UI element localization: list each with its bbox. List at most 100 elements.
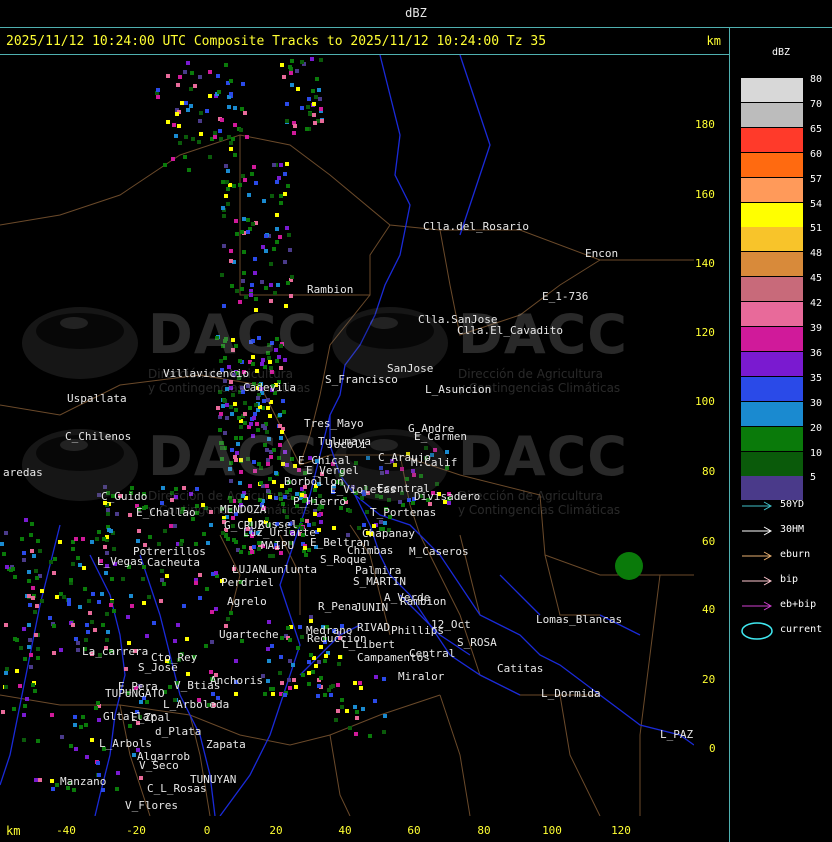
echo-pixel [307, 97, 311, 101]
echo-pixel [353, 681, 357, 685]
echo-pixel [162, 582, 166, 586]
echo-pixel [90, 540, 94, 544]
echo-pixel [290, 275, 294, 279]
legend-level-label: 5 [810, 472, 817, 484]
echo-pixel [337, 662, 341, 666]
echo-pixel [383, 714, 387, 718]
echo-pixel [283, 192, 287, 196]
echo-pixel [358, 681, 362, 685]
echo-pixel [242, 217, 246, 221]
echo-pixel [97, 530, 101, 534]
echo-pixel [174, 134, 178, 138]
echo-pixel [67, 598, 71, 602]
echo-pixel [62, 595, 66, 599]
echo-pixel [23, 704, 27, 708]
place-label: S_ROSA [457, 636, 497, 649]
echo-pixel [48, 616, 52, 620]
echo-pixel [186, 61, 190, 65]
echo-pixel [318, 97, 322, 101]
echo-pixel [275, 240, 279, 244]
echo-pixel [340, 705, 344, 709]
echo-pixel [71, 562, 75, 566]
echo-pixel [194, 581, 198, 585]
echo-pixel [60, 735, 64, 739]
place-label: Ugarteche [219, 628, 279, 641]
echo-pixel [128, 513, 132, 517]
echo-pixel [51, 787, 55, 791]
echo-pixel [250, 283, 254, 287]
place-label: Rambion [307, 283, 354, 296]
legend-level-label: 42 [810, 298, 823, 310]
echo-pixel [33, 689, 37, 693]
echo-pixel [379, 520, 383, 524]
echo-pixel [250, 172, 254, 176]
echo-pixel [288, 686, 292, 690]
radar-map[interactable]: DACC Dirección de Agricultura y Contingen… [0, 55, 694, 816]
echo-pixel [206, 541, 210, 545]
echo-pixel [53, 557, 57, 561]
legend-swatch [741, 401, 803, 426]
echo-pixel [296, 646, 300, 650]
echo-pixel [220, 118, 224, 122]
echo-pixel [73, 723, 77, 727]
echo-pixel [308, 112, 312, 116]
echo-pixel [270, 644, 274, 648]
legend-level-label: 70 [810, 98, 823, 110]
echo-pixel [241, 174, 245, 178]
echo-pixel [0, 542, 4, 546]
echo-pixel [319, 645, 323, 649]
echo-pixel [292, 131, 296, 135]
echo-pixel [336, 683, 340, 687]
echo-pixel [334, 718, 338, 722]
echo-pixel [373, 699, 377, 703]
legend-level-label: 35 [810, 372, 823, 384]
echo-pixel [182, 604, 186, 608]
echo-pixel [320, 119, 324, 123]
echo-pixel [332, 526, 336, 530]
place-label: Chapanay [362, 527, 415, 540]
echo-pixel [33, 610, 37, 614]
echo-pixel [280, 63, 284, 67]
echo-pixel [27, 623, 31, 627]
echo-pixel [5, 667, 9, 671]
echo-pixel [237, 416, 241, 420]
legend-swatch [741, 451, 803, 476]
echo-pixel [36, 539, 40, 543]
echo-pixel [221, 180, 225, 184]
echo-pixel [382, 677, 386, 681]
echo-pixel [285, 162, 289, 166]
echo-pixel [239, 128, 243, 132]
echo-pixel [183, 155, 187, 159]
legend-swatch [741, 202, 803, 227]
echo-pixel [238, 183, 242, 187]
echo-pixel [278, 413, 282, 417]
place-label: Luz_Uriarte [243, 526, 316, 539]
header: 2025/11/12 10:24:00 UTC Composite Tracks… [0, 28, 729, 55]
place-label: E_1-736 [542, 290, 589, 303]
echo-pixel [52, 651, 56, 655]
y-tick-label: 120 [695, 326, 715, 339]
echo-pixel [78, 605, 82, 609]
legend-swatch [741, 127, 803, 152]
echo-pixel [27, 579, 31, 583]
place-label: M.Calif [411, 456, 458, 469]
echo-pixel [264, 286, 268, 290]
x-tick-label: 120 [611, 824, 631, 837]
echo-pixel [225, 180, 229, 184]
watermark-subtitle: Dirección de Agricultura y Contingencias … [458, 489, 621, 517]
echo-pixel [290, 59, 294, 63]
echo-pixel [172, 123, 176, 127]
echo-pixel [217, 90, 221, 94]
echo-pixel [191, 137, 195, 141]
echo-pixel [50, 779, 54, 783]
echo-pixel [38, 549, 42, 553]
legend-track-label: 30HM [780, 524, 805, 535]
echo-pixel [252, 416, 256, 420]
echo-pixel [132, 753, 136, 757]
echo-pixel [234, 408, 238, 412]
echo-pixel [309, 653, 313, 657]
echo-pixel [263, 692, 267, 696]
echo-pixel [230, 284, 234, 288]
echo-pixel [260, 280, 264, 284]
echo-pixel [329, 693, 333, 697]
